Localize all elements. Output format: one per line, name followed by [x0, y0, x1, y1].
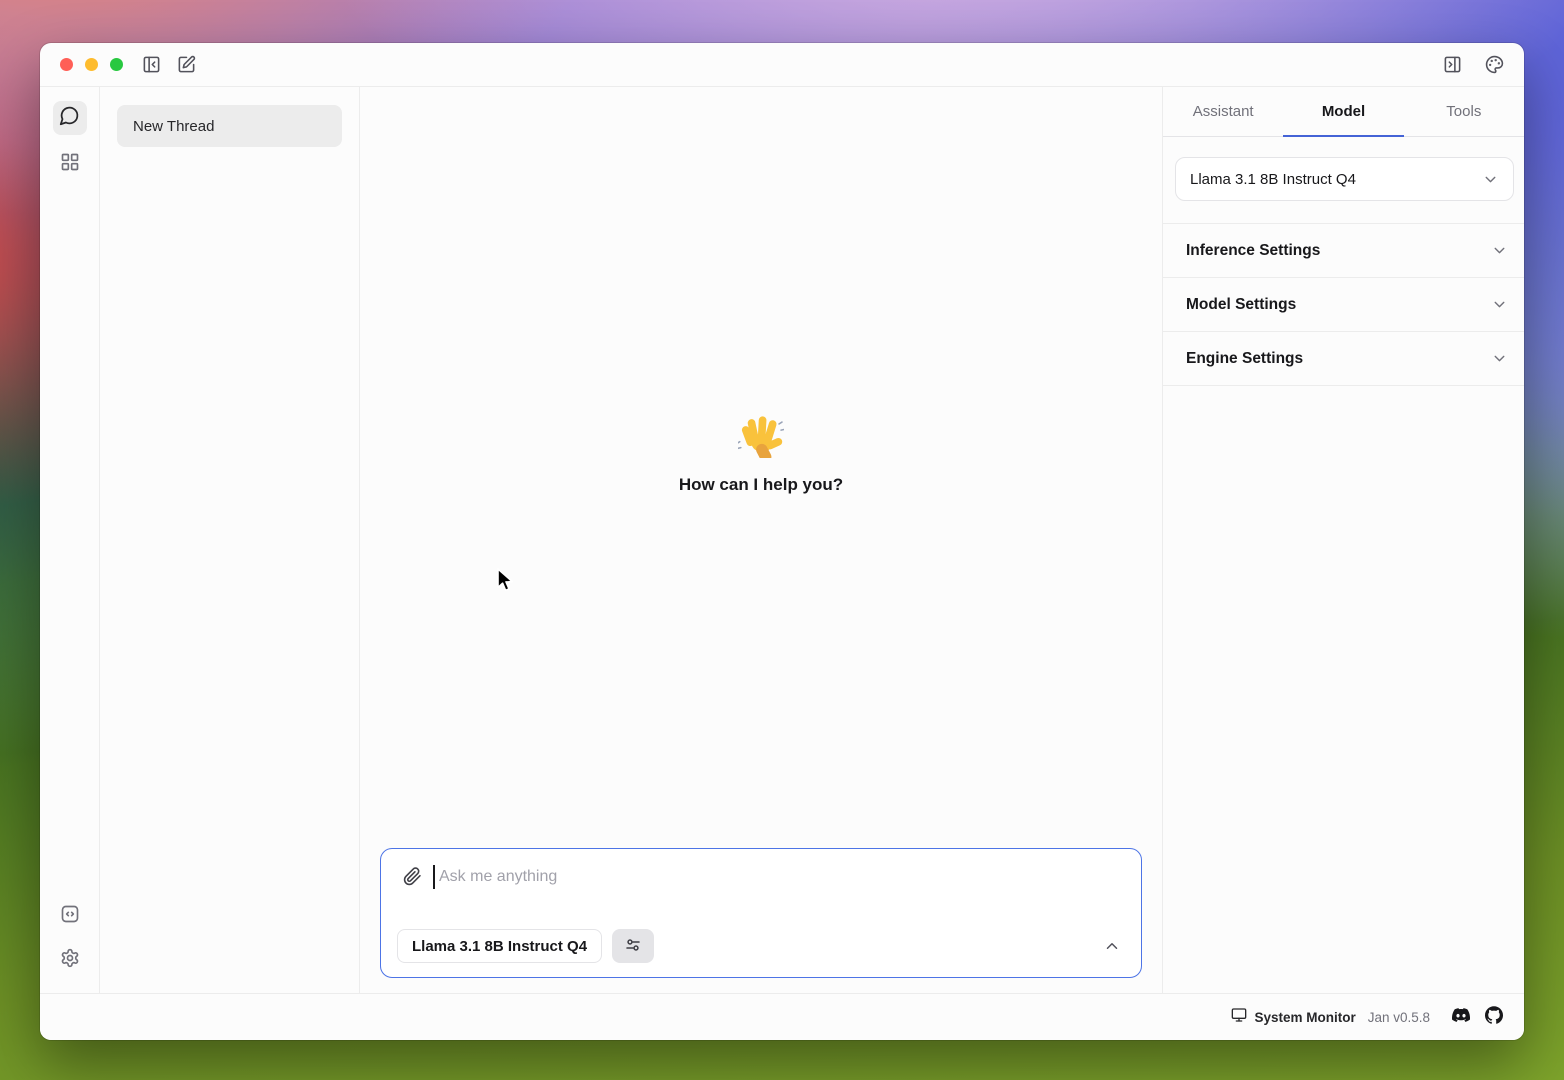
- close-button[interactable]: [60, 58, 73, 71]
- minimize-button[interactable]: [85, 58, 98, 71]
- tab-tools[interactable]: Tools: [1404, 87, 1524, 136]
- local-api-button[interactable]: [53, 899, 87, 933]
- compose-icon[interactable]: [176, 55, 196, 75]
- section-label: Model Settings: [1186, 296, 1296, 314]
- hub-nav-button[interactable]: [53, 147, 87, 181]
- grid-icon: [60, 152, 80, 177]
- discord-icon[interactable]: [1452, 1006, 1470, 1029]
- github-icon[interactable]: [1485, 1006, 1503, 1029]
- threads-nav-button[interactable]: [53, 101, 87, 135]
- input-toolbar: Llama 3.1 8B Instruct Q4: [397, 929, 1121, 963]
- section-label: Inference Settings: [1186, 242, 1320, 260]
- chat-input[interactable]: [381, 863, 1141, 891]
- settings-gear-icon: [60, 948, 80, 973]
- greeting-text: How can I help you?: [360, 475, 1162, 495]
- panel-left-close-icon[interactable]: [141, 55, 161, 75]
- titlebar: [40, 43, 1524, 87]
- model-dropdown[interactable]: Llama 3.1 8B Instruct Q4: [1175, 157, 1514, 201]
- greeting-block: How can I help you?: [360, 412, 1162, 495]
- model-dropdown-value: Llama 3.1 8B Instruct Q4: [1190, 171, 1356, 188]
- section-engine-settings[interactable]: Engine Settings: [1163, 332, 1524, 386]
- system-monitor-label: System Monitor: [1254, 1010, 1355, 1025]
- jan-app-window: New Thread: [40, 43, 1524, 1040]
- waving-hand-emoji: [738, 445, 784, 462]
- chevron-up-icon[interactable]: [1103, 937, 1121, 955]
- settings-sections: Inference Settings Model Settings Engine…: [1163, 223, 1524, 386]
- zoom-button[interactable]: [110, 58, 123, 71]
- panel-right-close-icon[interactable]: [1442, 55, 1462, 75]
- section-label: Engine Settings: [1186, 350, 1303, 368]
- right-settings-panel: Assistant Model Tools Llama 3.1 8B Instr…: [1162, 87, 1524, 993]
- chat-area: How can I help you? Llama 3.1 8B Instruc…: [360, 87, 1162, 993]
- settings-tabs: Assistant Model Tools: [1163, 87, 1524, 137]
- tab-model[interactable]: Model: [1283, 87, 1403, 136]
- section-model-settings[interactable]: Model Settings: [1163, 278, 1524, 332]
- thread-list-panel: New Thread: [100, 87, 360, 993]
- chat-input-box: Llama 3.1 8B Instruct Q4: [380, 848, 1142, 978]
- chevron-down-icon: [1491, 296, 1508, 313]
- left-rail: [40, 87, 100, 993]
- thread-list-item[interactable]: New Thread: [117, 105, 342, 147]
- tab-assistant[interactable]: Assistant: [1163, 87, 1283, 136]
- settings-button[interactable]: [53, 943, 87, 977]
- thread-title: New Thread: [133, 118, 214, 135]
- section-inference-settings[interactable]: Inference Settings: [1163, 224, 1524, 278]
- sliders-icon: [624, 936, 642, 957]
- monitor-icon: [1231, 1007, 1247, 1028]
- traffic-lights: [60, 58, 123, 71]
- chat-icon: [59, 105, 80, 131]
- status-bar: System Monitor Jan v0.5.8: [40, 993, 1524, 1040]
- chevron-down-icon: [1482, 171, 1499, 188]
- chevron-down-icon: [1491, 242, 1508, 259]
- code-icon: [60, 904, 80, 929]
- model-settings-button[interactable]: [612, 929, 654, 963]
- palette-icon[interactable]: [1484, 55, 1504, 75]
- model-selector-button[interactable]: Llama 3.1 8B Instruct Q4: [397, 929, 602, 963]
- system-monitor-button[interactable]: System Monitor: [1231, 1007, 1355, 1028]
- chevron-down-icon: [1491, 350, 1508, 367]
- app-version-label: Jan v0.5.8: [1368, 1010, 1430, 1025]
- content-area: New Thread: [40, 87, 1524, 993]
